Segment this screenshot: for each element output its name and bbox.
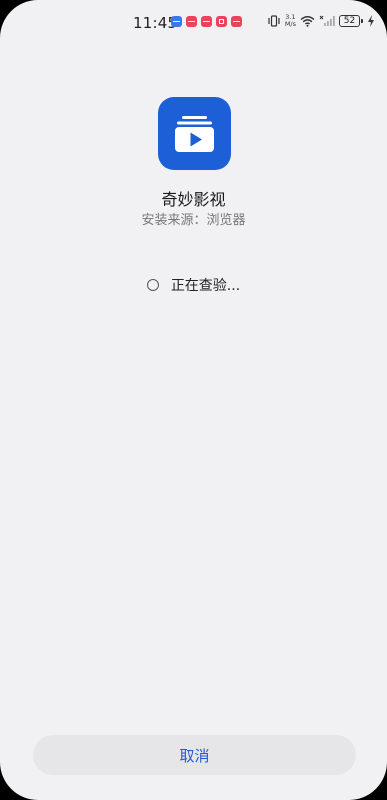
wifi-icon — [300, 16, 315, 27]
install-screen: 11:45 3.1 M/s 52 奇妙影视 安装来源：浏览器 正在查验... 取… — [0, 0, 387, 800]
app-notification-icon — [231, 16, 242, 27]
app-notification-icon — [171, 16, 182, 27]
cancel-button[interactable]: 取消 — [33, 735, 356, 775]
loading-spinner-icon — [146, 279, 159, 291]
app-notification-icon — [186, 16, 197, 27]
cellular-signal-icon — [319, 15, 335, 26]
install-source: 安装来源：浏览器 — [141, 213, 246, 228]
app-icon — [158, 97, 231, 170]
network-speed: 3.1 M/s — [284, 13, 296, 28]
battery-icon: 52 — [339, 15, 363, 27]
app-notification-icon — [201, 16, 212, 27]
video-player-icon — [175, 116, 214, 152]
verification-status: 正在查验... — [0, 275, 387, 295]
app-name: 奇妙影视 — [161, 190, 226, 209]
system-icons: 3.1 M/s 52 — [267, 14, 375, 28]
verification-text: 正在查验... — [170, 278, 241, 294]
notification-icons — [171, 16, 242, 27]
vibrate-icon — [268, 15, 280, 27]
charging-icon — [368, 15, 374, 27]
app-notification-icon — [216, 16, 227, 27]
status-bar: 11:45 3.1 M/s 52 — [0, 0, 387, 44]
